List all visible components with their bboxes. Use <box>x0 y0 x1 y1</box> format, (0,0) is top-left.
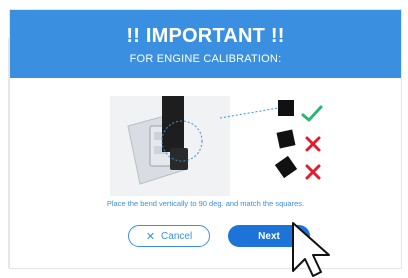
mouse-pointer-icon <box>292 222 330 277</box>
next-button-label: Next <box>258 230 280 242</box>
instruction-text: Place the bend vertically to 90 deg. and… <box>106 199 305 208</box>
cancel-button-label: Cancel <box>161 230 193 242</box>
square-correct <box>278 100 294 116</box>
connector-line <box>220 107 279 119</box>
check-icon <box>301 105 323 122</box>
dialog-subtitle: FOR ENGINE CALIBRATION: <box>129 53 282 65</box>
calibration-dialog: !! IMPORTANT !! FOR ENGINE CALIBRATION: <box>10 10 401 268</box>
cross-icon <box>305 136 321 152</box>
dialog-header: !! IMPORTANT !! FOR ENGINE CALIBRATION: <box>10 10 401 78</box>
cancel-button[interactable]: ✕ Cancel <box>128 225 210 247</box>
square-skew-1 <box>276 129 296 149</box>
dialog-title: !! IMPORTANT !! <box>126 25 285 47</box>
x-icon: ✕ <box>145 230 156 243</box>
window-edge-line <box>8 38 9 268</box>
calibration-photo <box>110 96 230 196</box>
cross-icon <box>305 164 321 180</box>
square-skew-2 <box>274 155 298 179</box>
